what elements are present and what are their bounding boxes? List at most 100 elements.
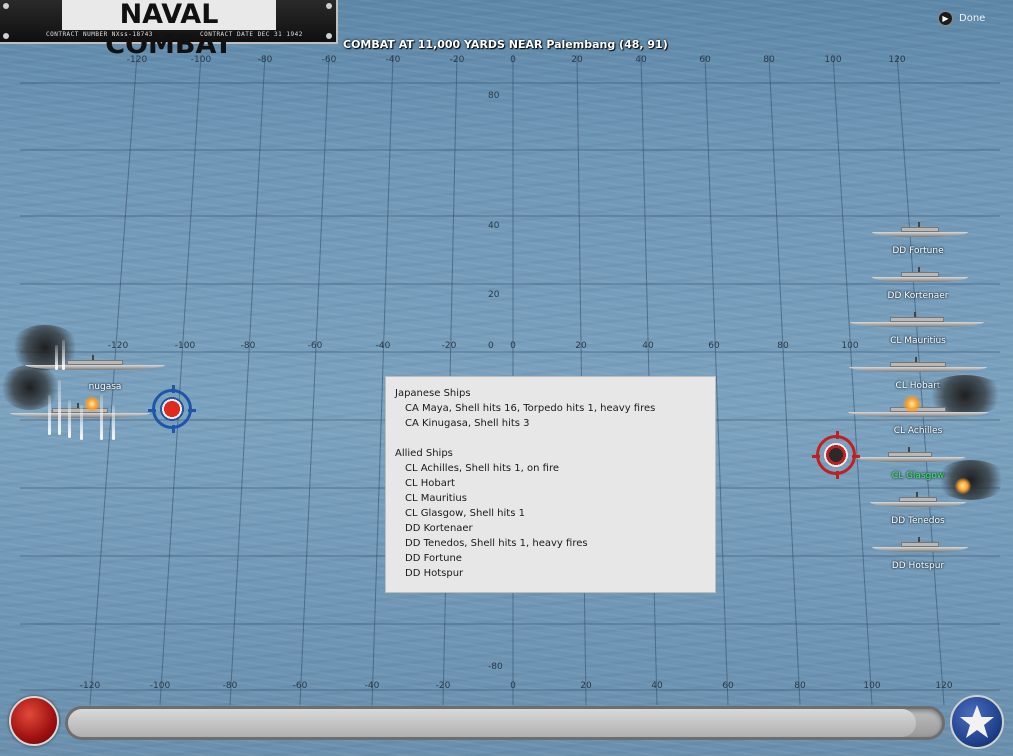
- reticle-tick: [812, 455, 820, 458]
- allied-ship-hobart[interactable]: [849, 357, 987, 372]
- grid-tick-label: 80: [794, 681, 806, 691]
- smoke-cloud: [935, 460, 1007, 500]
- allied-ship-glasgow[interactable]: [855, 447, 965, 462]
- grid-tick-label: 100: [863, 681, 881, 691]
- grid-tick-label: 20: [571, 55, 583, 65]
- reticle-tick: [148, 409, 156, 412]
- report-line: CL Mauritius: [405, 493, 467, 504]
- grid-tick-label: 80: [488, 91, 500, 101]
- grid-tick-label: 120: [888, 55, 906, 65]
- grid-tick-label: 120: [935, 681, 953, 691]
- grid-tick-label: 0: [510, 681, 516, 691]
- combat-progress-fill: [68, 709, 916, 737]
- reticle-tick: [836, 431, 839, 439]
- grid-tick-label: 20: [580, 681, 592, 691]
- grid-tick-label: -80: [240, 341, 256, 351]
- arrow-right-circle-icon: ▶: [938, 11, 953, 26]
- grid-tick-label: 40: [635, 55, 647, 65]
- ship-hull: [850, 322, 984, 327]
- contract-date: CONTRACT DATE DEC 31 1942: [200, 31, 303, 38]
- grid-tick-label: -100: [149, 681, 171, 691]
- grid-tick-label: -40: [364, 681, 380, 691]
- combat-header: COMBAT AT 11,000 YARDS NEAR Palembang (4…: [343, 38, 668, 51]
- shell-splash: [55, 345, 58, 370]
- ship-hull: [872, 232, 968, 237]
- japanese-ship[interactable]: [25, 355, 165, 370]
- japanese-target-reticle-icon[interactable]: [148, 385, 196, 433]
- grid-tick-label: 0: [488, 341, 494, 351]
- contract-number: CONTRACT NUMBER NXss-18743: [46, 31, 153, 38]
- allied-ship-label: CL Achilles: [893, 426, 943, 436]
- grid-line: [768, 54, 801, 706]
- report-line: DD Fortune: [405, 553, 462, 564]
- grid-tick-label: 0: [510, 341, 516, 351]
- reticle-tick: [852, 455, 860, 458]
- rivet-icon: [3, 3, 9, 9]
- red-circle-button-icon[interactable]: [9, 696, 59, 746]
- grid-line: [299, 54, 330, 706]
- grid-tick-label: -80: [488, 662, 503, 672]
- shell-splash: [58, 380, 61, 435]
- report-line: CA Kinugasa, Shell hits 3: [405, 418, 530, 429]
- shell-splash: [100, 395, 103, 440]
- ship-hull: [25, 365, 165, 370]
- allied-ship-label: DD Tenedos: [891, 516, 945, 526]
- shell-splash: [62, 340, 65, 370]
- shell-splash: [112, 405, 115, 440]
- report-line: CL Hobart: [405, 478, 455, 489]
- naval-combat-title-plate: NAVAL COMBAT CONTRACT NUMBER NXss-18743 …: [0, 0, 338, 60]
- ship-hull: [848, 412, 988, 417]
- report-line: CL Achilles, Shell hits 1, on fire: [405, 463, 559, 474]
- game-title: NAVAL COMBAT: [62, 0, 276, 60]
- allied-ship-tenedos[interactable]: [870, 492, 966, 507]
- shell-splash: [80, 405, 83, 440]
- done-button[interactable]: ▶ Done: [938, 11, 985, 26]
- allied-ships-header: Allied Ships: [395, 448, 453, 459]
- allied-target-reticle-icon[interactable]: [812, 431, 860, 479]
- shell-splash: [48, 395, 51, 435]
- allied-ship-mauritius[interactable]: [850, 312, 984, 327]
- reticle-tick: [172, 385, 175, 393]
- combat-report-panel: Japanese Ships CA Maya, Shell hits 16, T…: [385, 376, 716, 593]
- allied-ship-hotspur[interactable]: [872, 537, 968, 552]
- grid-tick-label: 60: [722, 681, 734, 691]
- grid-tick-label: 40: [488, 221, 500, 231]
- grid-tick-label: -100: [174, 341, 196, 351]
- reticle-tick: [172, 425, 175, 433]
- ship-hull: [870, 502, 966, 507]
- grid-tick-label: 40: [651, 681, 663, 691]
- grid-tick-label: 80: [777, 341, 789, 351]
- ship-hull: [872, 277, 968, 282]
- fire-effect: [955, 478, 971, 494]
- grid-tick-label: -40: [385, 55, 401, 65]
- report-line: DD Kortenaer: [405, 523, 473, 534]
- allied-ship-kortenaer[interactable]: [872, 267, 968, 282]
- fire-effect: [84, 396, 100, 412]
- japanese-ship-label: nugasa: [88, 382, 122, 392]
- grid-tick-label: -20: [441, 341, 457, 351]
- ship-hull: [855, 457, 965, 462]
- allied-star-button[interactable]: [950, 695, 1004, 749]
- grid-tick-label: -80: [222, 681, 238, 691]
- grid-line: [89, 54, 138, 706]
- grid-tick-label: 100: [841, 341, 859, 351]
- grid-tick-label: 20: [488, 290, 500, 300]
- report-line: CL Glasgow, Shell hits 1: [405, 508, 525, 519]
- allied-ship-fortune[interactable]: [872, 222, 968, 237]
- grid-tick-label: 100: [824, 55, 842, 65]
- report-line: DD Hotspur: [405, 568, 464, 579]
- reticle-tick: [836, 471, 839, 479]
- grid-tick-label: 20: [575, 341, 587, 351]
- allied-ship-label: DD Kortenaer: [887, 291, 949, 301]
- grid-tick-label: 80: [763, 55, 775, 65]
- grid-line: [229, 54, 266, 706]
- allied-star-icon: [960, 705, 994, 738]
- fire-effect: [903, 395, 921, 413]
- allied-ship-label: DD Fortune: [892, 246, 944, 256]
- grid-tick-label: 60: [699, 55, 711, 65]
- grid-tick-label: 60: [708, 341, 720, 351]
- rivet-icon: [326, 3, 332, 9]
- report-spacer: [395, 431, 706, 446]
- grid-tick-label: -120: [107, 341, 129, 351]
- grid-tick-label: -120: [79, 681, 101, 691]
